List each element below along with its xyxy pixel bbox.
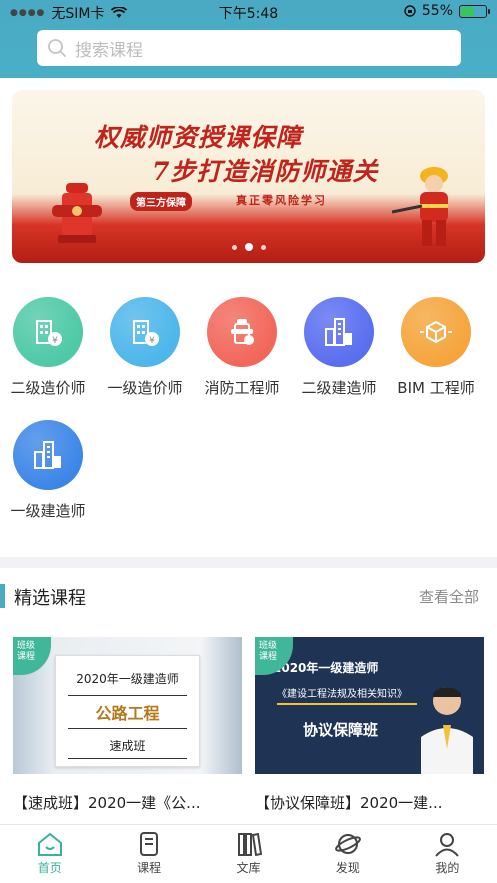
planet-icon xyxy=(298,831,397,857)
tab-library[interactable]: 文库 xyxy=(199,825,298,883)
city-buildings-icon xyxy=(13,420,83,490)
category-item[interactable]: ¥ 一级造价师 xyxy=(99,297,191,398)
tag-line: 课程 xyxy=(17,652,36,662)
carousel-dot[interactable] xyxy=(231,244,237,250)
cover-year: 2020年一级建造师 xyxy=(76,672,179,686)
category-label: 二级建造师 xyxy=(301,379,377,397)
course-card[interactable]: 2020年一级建造师 公路工程 速成班 班级 课程 【速成班】2020一建《公.… xyxy=(13,637,242,813)
banner-subheadline: 7步打造消防师通关 xyxy=(152,157,379,186)
class-course-tag: 班级 课程 xyxy=(13,637,51,675)
section-accent-bar xyxy=(0,584,5,608)
category-label: 消防工程师 xyxy=(204,379,280,397)
fire-hydrant-illustration xyxy=(52,183,102,243)
battery-icon xyxy=(459,4,490,18)
category-label: BIM 工程师 xyxy=(397,379,475,397)
category-label: 二级造价师 xyxy=(10,379,86,397)
tab-label: 文库 xyxy=(236,861,261,875)
course-icon xyxy=(99,831,198,857)
library-icon xyxy=(199,831,298,857)
category-item[interactable]: 二级建造师 xyxy=(293,297,385,398)
cover-subject: 公路工程 xyxy=(68,695,187,729)
featured-title: 精选课程 xyxy=(14,588,86,609)
cover-class: 速成班 xyxy=(68,737,187,759)
tab-label: 我的 xyxy=(435,861,460,875)
tag-line: 班级 xyxy=(17,641,36,651)
carousel-indicator xyxy=(12,243,485,251)
search-icon xyxy=(48,39,66,57)
cover-panel: 2020年一级建造师 公路工程 速成班 xyxy=(55,655,200,767)
tab-course[interactable]: 课程 xyxy=(99,825,198,883)
tab-planet[interactable]: 发现 xyxy=(298,825,397,883)
battery-percent: 55% xyxy=(421,3,453,19)
rotation-lock-icon xyxy=(404,5,416,17)
teacher-photo xyxy=(421,687,473,774)
home-icon xyxy=(0,831,99,857)
category-item[interactable]: 消防工程师 xyxy=(196,297,288,398)
banner-slogan: 真正零风险学习 xyxy=(236,194,327,207)
cover-class: 协议保障班 xyxy=(303,721,379,739)
course-card[interactable]: 2020年一级建造师 《建设工程法规及相关知识》 协议保障班 班级 课程 【协议… xyxy=(255,637,484,813)
view-all-link[interactable]: 查看全部 xyxy=(419,586,479,607)
svg-text:¥: ¥ xyxy=(149,336,155,346)
course-title: 【速成班】2020一建《公... xyxy=(13,794,201,812)
category-item[interactable]: ¥ 二级造价师 xyxy=(2,297,94,398)
status-bar: ●●●● 无SIM卡 下午5:48 55% xyxy=(0,0,497,24)
tab-profile[interactable]: 我的 xyxy=(398,825,497,883)
bottom-tab-bar: 首页 课程 文库 发现 我的 xyxy=(0,824,497,883)
section-divider xyxy=(0,557,497,568)
category-item[interactable]: BIM 工程师 xyxy=(390,297,482,398)
tab-home[interactable]: 首页 xyxy=(0,825,99,883)
tab-label: 课程 xyxy=(137,861,162,875)
course-cover: 2020年一级建造师 公路工程 速成班 班级 课程 xyxy=(13,637,242,774)
tab-label: 首页 xyxy=(37,861,62,875)
building-coin-icon: ¥ xyxy=(13,297,83,367)
course-title: 【协议保障班】2020一建... xyxy=(255,794,443,812)
carousel-dot[interactable] xyxy=(244,243,253,251)
category-label: 一级建造师 xyxy=(10,502,86,520)
category-item[interactable]: 一级建造师 xyxy=(2,420,94,521)
cube-icon xyxy=(401,297,471,367)
hydrant-icon xyxy=(207,297,277,367)
search-placeholder: 搜索课程 xyxy=(75,40,143,61)
tab-label: 发现 xyxy=(335,861,360,875)
category-label: 一级造价师 xyxy=(107,379,183,397)
banner-badge: 第三方保障 xyxy=(130,192,192,211)
tag-line: 班级 xyxy=(259,641,278,651)
building-coin-icon: ¥ xyxy=(110,297,180,367)
search-input[interactable]: 搜索课程 xyxy=(37,30,461,66)
tag-line: 课程 xyxy=(259,652,278,662)
course-cover: 2020年一级建造师 《建设工程法规及相关知识》 协议保障班 班级 课程 xyxy=(255,637,484,774)
banner-headline: 权威师资授课保障 xyxy=(94,123,303,152)
profile-icon xyxy=(398,831,497,857)
firefighter-illustration xyxy=(392,167,448,246)
carousel-dot[interactable] xyxy=(260,244,266,250)
city-buildings-icon xyxy=(304,297,374,367)
cover-subject: 《建设工程法规及相关知识》 xyxy=(277,685,417,705)
promo-banner[interactable]: 权威师资授课保障 7步打造消防师通关 第三方保障 真正零风险学习 xyxy=(12,90,485,263)
top-header: ●●●● 无SIM卡 下午5:48 55% 搜索课程 xyxy=(0,0,497,78)
svg-text:¥: ¥ xyxy=(52,336,58,346)
